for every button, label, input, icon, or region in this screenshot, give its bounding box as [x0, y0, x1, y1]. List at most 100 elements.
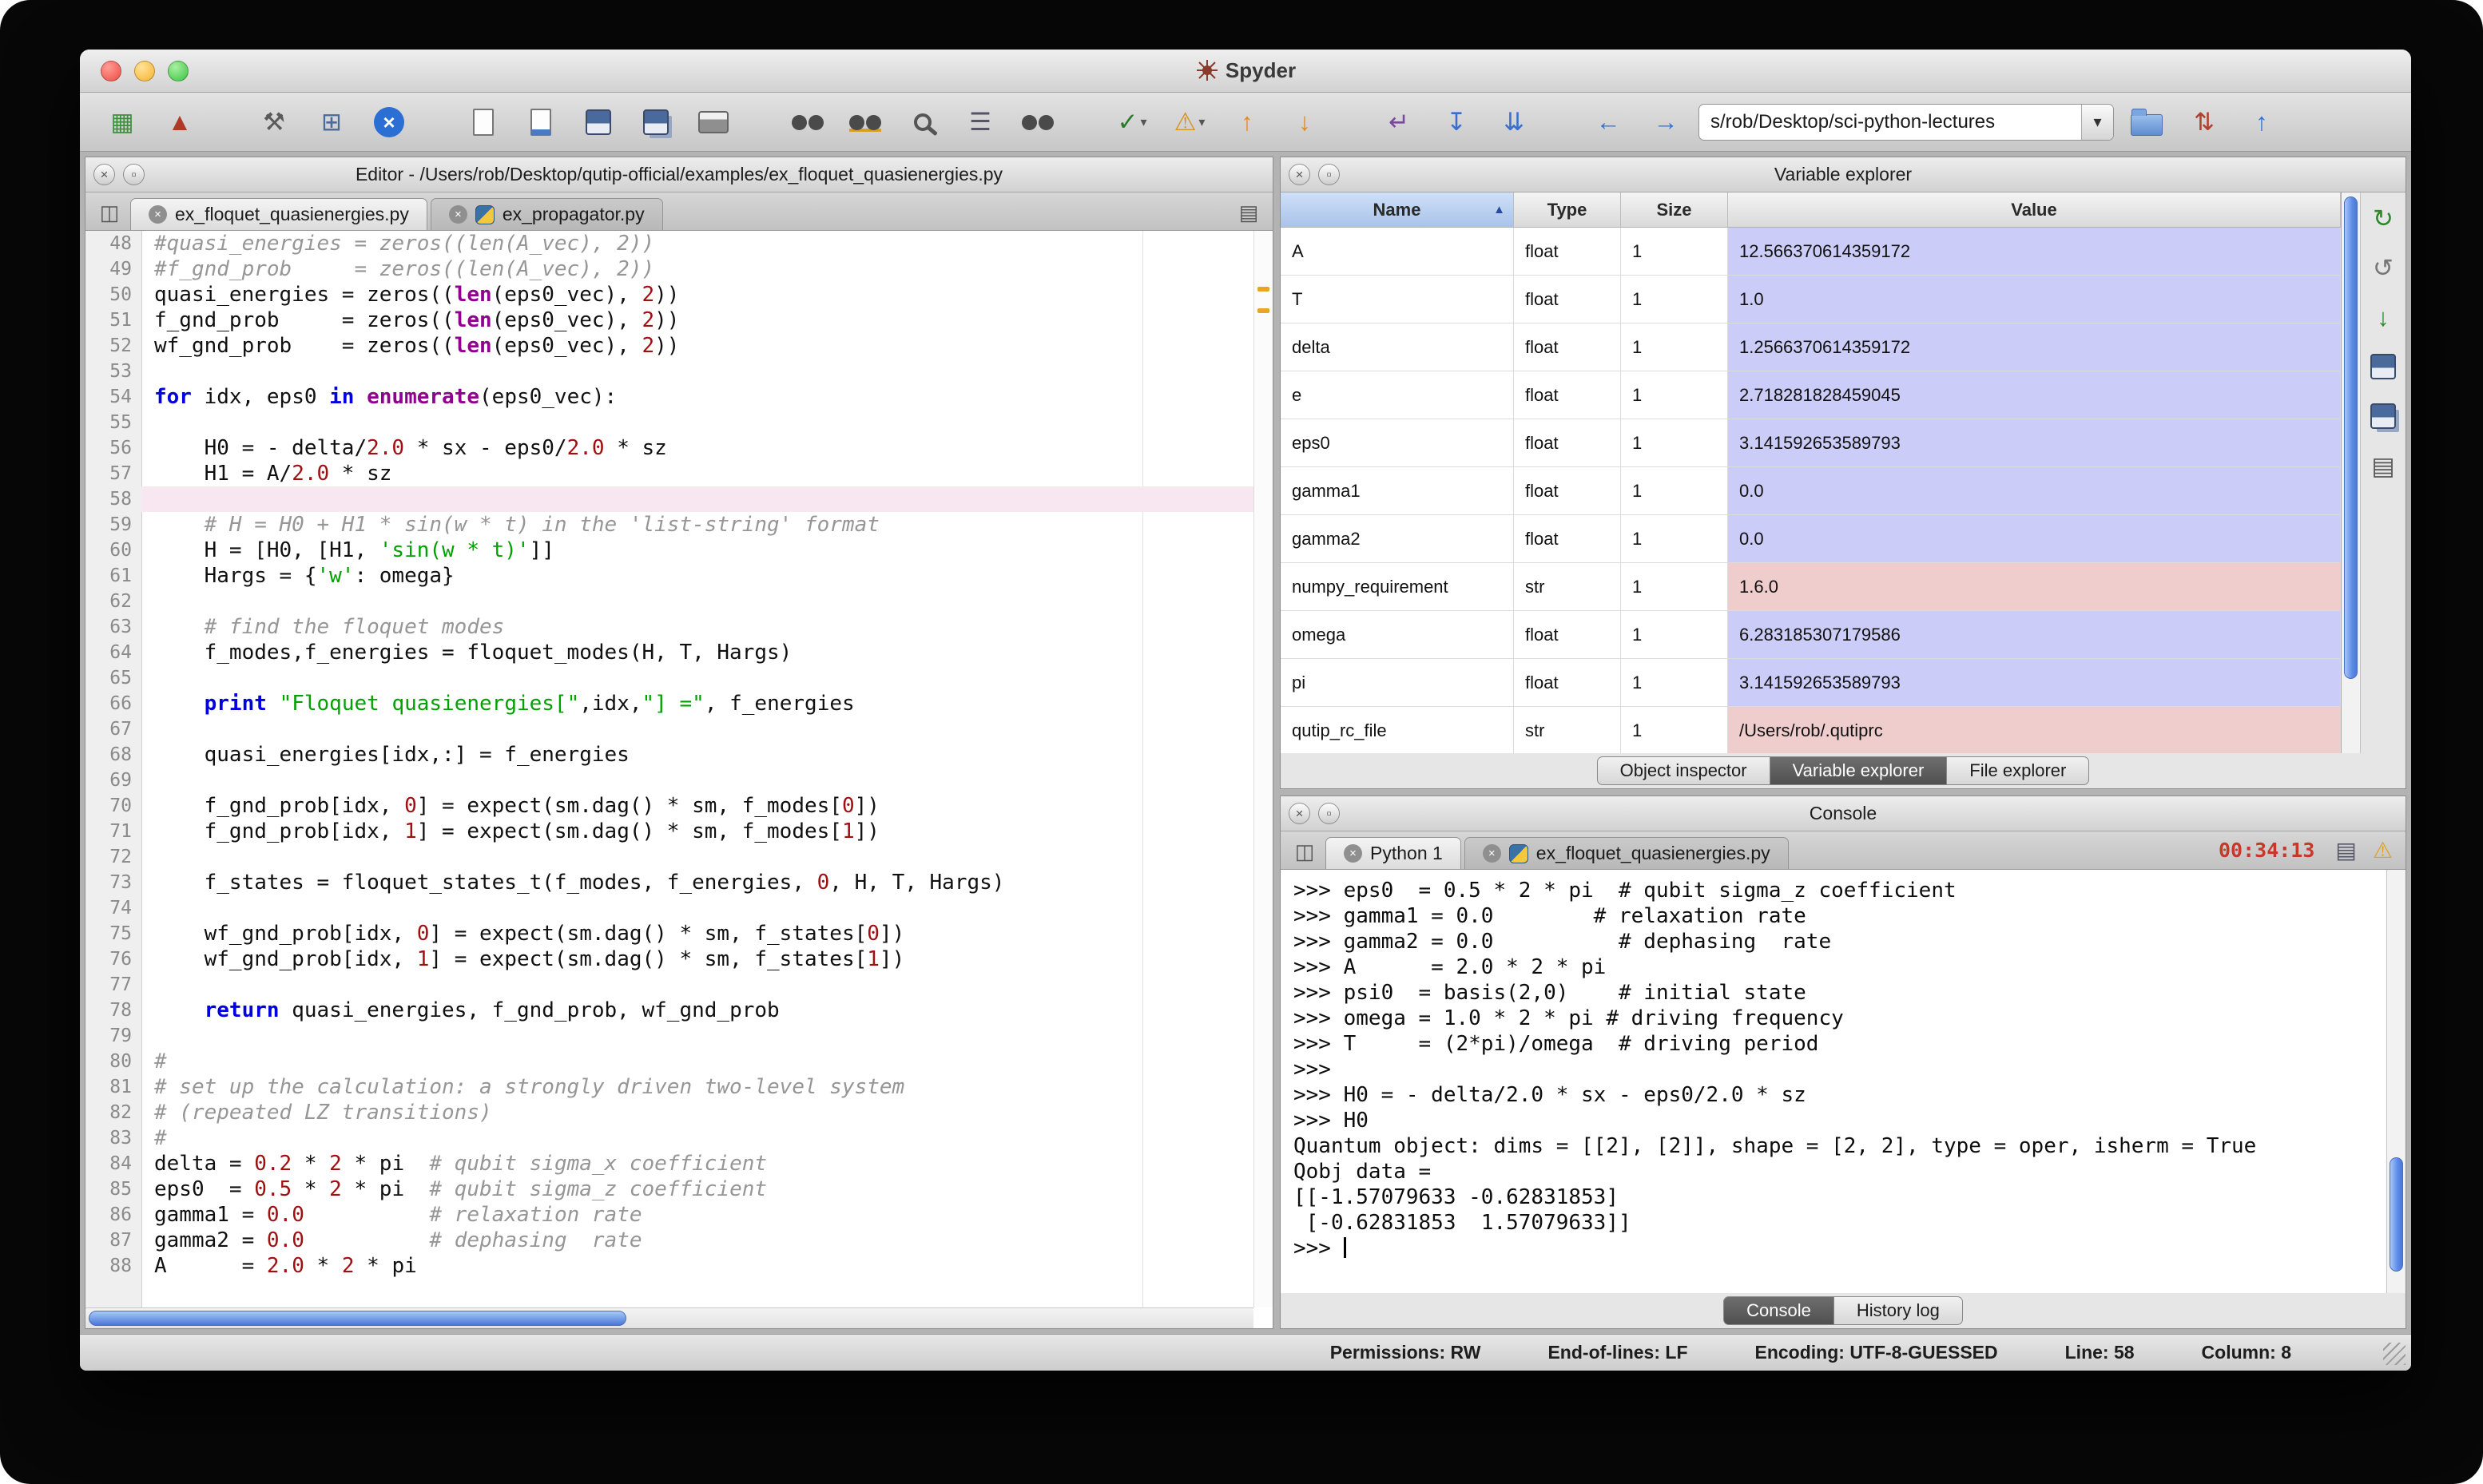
todo-list-button[interactable]: ✓▾ — [1114, 103, 1150, 141]
cell-value[interactable]: 1.6.0 — [1728, 563, 2341, 610]
code-line[interactable]: 85eps0 = 0.5 * 2 * pi # qubit sigma_z co… — [85, 1176, 1273, 1202]
warning-flag[interactable] — [1257, 308, 1269, 313]
tab-close-icon[interactable]: × — [449, 205, 467, 224]
code-line[interactable]: 63 # find the floquet modes — [85, 614, 1273, 640]
code-line[interactable]: 88A = 2.0 * 2 * pi — [85, 1253, 1273, 1279]
code-line[interactable]: 56 H0 = - delta/2.0 * sx - eps0/2.0 * sz — [85, 435, 1273, 461]
code-line[interactable]: 53 — [85, 359, 1273, 384]
horizontal-scrollbar-thumb[interactable] — [89, 1311, 626, 1326]
code-line[interactable]: 65 — [85, 665, 1273, 691]
variable-table-scrollbar[interactable] — [2342, 192, 2361, 753]
cell-value[interactable]: /Users/rob/.qutiprc — [1728, 707, 2341, 753]
code-line[interactable]: 48#quasi_energies = zeros((len(A_vec), 2… — [85, 231, 1273, 256]
find-button[interactable] — [789, 103, 826, 141]
layout-grid-button[interactable]: ▦ — [104, 103, 141, 141]
code-line[interactable]: 61 Hargs = {'w': omega} — [85, 563, 1273, 589]
column-header-size[interactable]: Size — [1621, 192, 1728, 227]
tab-close-icon[interactable]: × — [1483, 844, 1501, 863]
console-tab[interactable]: ×Python 1 — [1325, 837, 1461, 869]
search-button[interactable] — [904, 103, 941, 141]
save-all-button[interactable] — [638, 103, 674, 141]
pythonpath-manager-button[interactable]: ⊞ — [313, 103, 350, 141]
pane-tab-variable-explorer[interactable]: Variable explorer — [1770, 756, 1948, 785]
console-tab[interactable]: ×ex_floquet_quasienergies.py — [1464, 837, 1789, 869]
code-line[interactable]: 52wf_gnd_prob = zeros((len(eps0_vec), 2)… — [85, 333, 1273, 359]
code-line[interactable]: 70 f_gnd_prob[idx, 0] = expect(sm.dag() … — [85, 793, 1273, 819]
scrollbar-thumb[interactable] — [2390, 1157, 2403, 1272]
variable-row[interactable]: Afloat112.566370614359172 — [1281, 228, 2341, 276]
minimize-window-button[interactable] — [134, 61, 155, 81]
preferences-button[interactable]: ⚒ — [256, 103, 292, 141]
combo-dropdown-icon[interactable]: ▾ — [2081, 105, 2113, 140]
cell-value[interactable]: 1.2566370614359172 — [1728, 323, 2341, 371]
console-interrupt-button[interactable]: ⚠ — [2373, 837, 2393, 863]
code-line[interactable]: 55 — [85, 410, 1273, 435]
cell-value[interactable]: 0.0 — [1728, 515, 2341, 562]
code-line[interactable]: 83# — [85, 1125, 1273, 1151]
save-data-as-button[interactable] — [2367, 400, 2399, 432]
tab-close-icon[interactable]: × — [1344, 844, 1362, 863]
code-line[interactable]: 73 f_states = floquet_states_t(f_modes, … — [85, 870, 1273, 895]
code-editor[interactable]: 48#quasi_energies = zeros((len(A_vec), 2… — [85, 231, 1273, 1328]
import-data-button[interactable]: ↓ — [2367, 301, 2399, 333]
code-line[interactable]: 81# set up the calculation: a strongly d… — [85, 1074, 1273, 1100]
code-line[interactable]: 76 wf_gnd_prob[idx, 1] = expect(sm.dag()… — [85, 946, 1273, 972]
refresh-periodic-button[interactable]: ↺ — [2367, 252, 2399, 284]
code-line[interactable]: 59 # H = H0 + H1 * sin(w * t) in the 'li… — [85, 512, 1273, 538]
console-scrollbar[interactable] — [2386, 870, 2406, 1293]
variable-row[interactable]: gamma1float10.0 — [1281, 467, 2341, 515]
new-file-button[interactable] — [465, 103, 502, 141]
save-button[interactable] — [580, 103, 617, 141]
variable-row[interactable]: numpy_requirementstr11.6.0 — [1281, 563, 2341, 611]
code-line[interactable]: 62 — [85, 589, 1273, 614]
zoom-window-button[interactable] — [168, 61, 189, 81]
tab-close-icon[interactable]: × — [149, 205, 167, 224]
cell-value[interactable]: 6.283185307179586 — [1728, 611, 2341, 658]
code-line[interactable]: 64 f_modes,f_energies = floquet_modes(H,… — [85, 640, 1273, 665]
console-output[interactable]: >>> eps0 = 0.5 * 2 * pi # qubit sigma_z … — [1281, 870, 2386, 1293]
previous-warning-button[interactable]: ↑ — [1229, 103, 1265, 141]
editor-browse-tabs-button[interactable]: ◫ — [92, 196, 127, 228]
code-line[interactable]: 66 print "Floquet quasienergies[",idx,"]… — [85, 691, 1273, 716]
maximize-pane-button[interactable]: ▲ — [161, 103, 198, 141]
code-line[interactable]: 79 — [85, 1023, 1273, 1049]
forward-button[interactable]: → — [1647, 103, 1684, 141]
console-close-button[interactable]: × — [1289, 803, 1310, 824]
cell-value[interactable]: 3.141592653589793 — [1728, 419, 2341, 466]
resize-grip-icon[interactable] — [2383, 1343, 2406, 1365]
code-line[interactable]: 57 H1 = A/2.0 * sz — [85, 461, 1273, 486]
set-console-directory-button[interactable]: ⇅ — [2186, 103, 2223, 141]
back-button[interactable]: ← — [1590, 103, 1627, 141]
console-tab-console[interactable]: Console — [1723, 1296, 1834, 1325]
console-undock-button[interactable]: ▫ — [1318, 803, 1340, 824]
open-directory-button[interactable] — [2128, 103, 2165, 141]
variable-row[interactable]: deltafloat11.2566370614359172 — [1281, 323, 2341, 371]
editor-horizontal-scrollbar[interactable] — [85, 1307, 1253, 1328]
code-line[interactable]: 86gamma1 = 0.0 # relaxation rate — [85, 1202, 1273, 1228]
console-browse-tabs-button[interactable]: ◫ — [1287, 835, 1322, 867]
code-line[interactable]: 58 — [85, 486, 1273, 512]
cell-value[interactable]: 2.718281828459045 — [1728, 371, 2341, 419]
editor-tab[interactable]: ×ex_floquet_quasienergies.py — [130, 198, 427, 230]
editor-close-button[interactable]: × — [93, 164, 115, 185]
pane-tab-file-explorer[interactable]: File explorer — [1947, 756, 2089, 785]
code-line[interactable]: 77 — [85, 972, 1273, 998]
code-line[interactable]: 87gamma2 = 0.0 # dephasing rate — [85, 1228, 1273, 1253]
open-file-button[interactable] — [522, 103, 559, 141]
variable-row[interactable]: qutip_rc_filestr1/Users/rob/.qutiprc — [1281, 707, 2341, 753]
variable-row[interactable]: eps0float13.141592653589793 — [1281, 419, 2341, 467]
cell-value[interactable]: 1.0 — [1728, 276, 2341, 323]
code-line[interactable]: 49#f_gnd_prob = zeros((len(A_vec), 2)) — [85, 256, 1273, 282]
code-line[interactable]: 74 — [85, 895, 1273, 921]
column-header-name[interactable]: Name▲ — [1281, 192, 1514, 227]
variable-row[interactable]: pifloat13.141592653589793 — [1281, 659, 2341, 707]
pane-tab-object-inspector[interactable]: Object inspector — [1597, 756, 1770, 785]
code-line[interactable]: 50quasi_energies = zeros((len(eps0_vec),… — [85, 282, 1273, 308]
editor-options-button[interactable]: ▤ — [1231, 196, 1266, 228]
next-warning-button[interactable]: ↓ — [1286, 103, 1323, 141]
run-cell-button[interactable]: ↧ — [1438, 103, 1475, 141]
variable-row[interactable]: efloat12.718281828459045 — [1281, 371, 2341, 419]
code-line[interactable]: 84delta = 0.2 * 2 * pi # qubit sigma_x c… — [85, 1151, 1273, 1176]
console-prompt-line[interactable]: >>> — [1293, 1236, 2386, 1261]
code-line[interactable]: 80# — [85, 1049, 1273, 1074]
